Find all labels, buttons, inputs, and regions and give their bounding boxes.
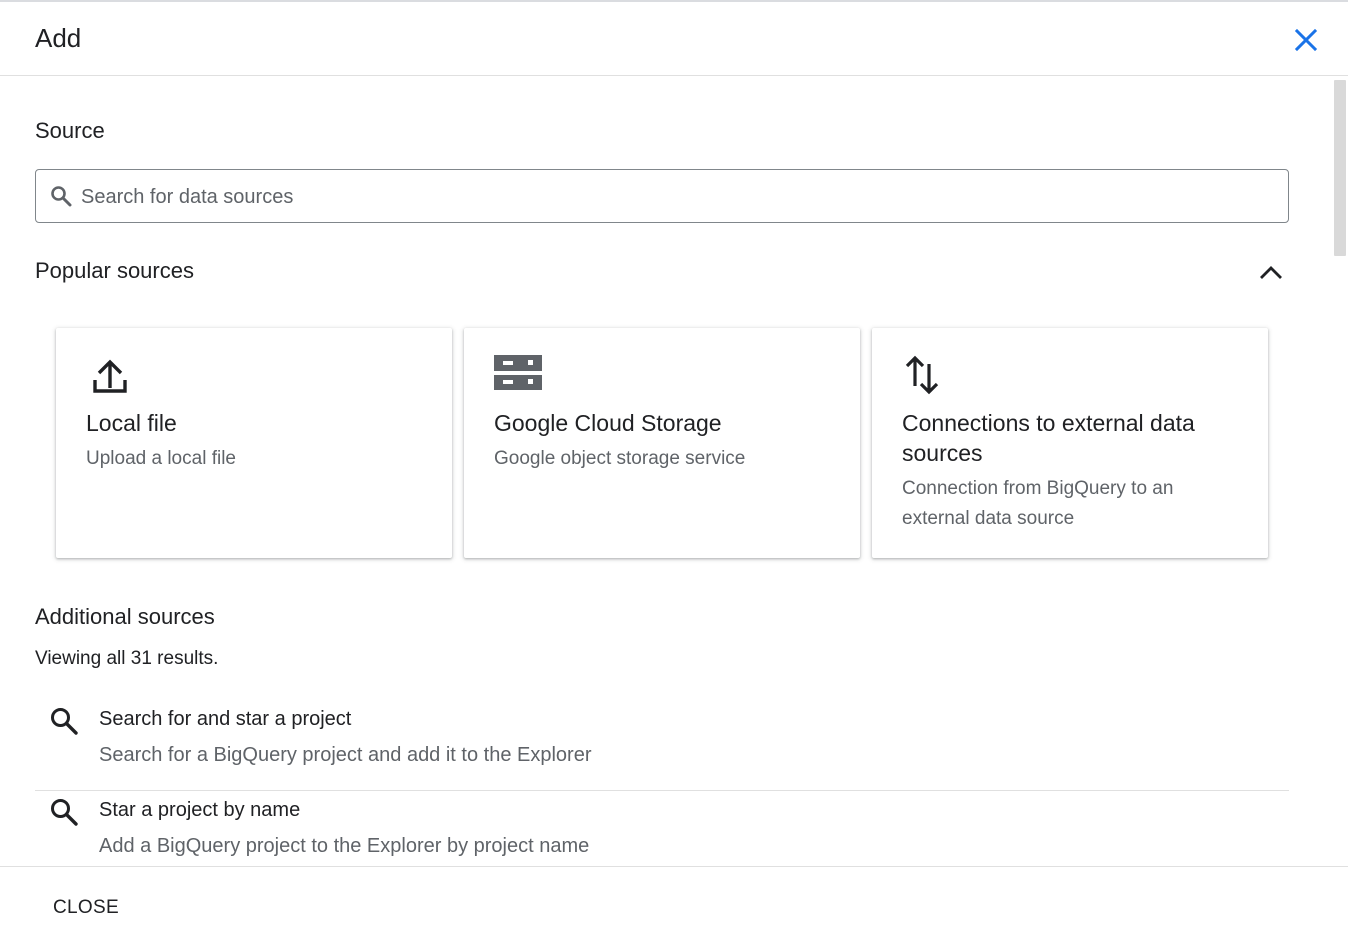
search-input[interactable] (79, 178, 1273, 216)
source-search-box[interactable] (35, 169, 1289, 223)
search-icon (50, 185, 72, 207)
scrollbar[interactable] (1330, 76, 1348, 866)
close-button[interactable]: CLOSE (40, 889, 132, 927)
list-item-description: Search for a BigQuery project and add it… (99, 744, 592, 766)
search-icon (49, 706, 79, 736)
swap-vertical-icon (902, 354, 952, 396)
source-card-cloud-storage[interactable]: Google Cloud Storage Google object stora… (464, 328, 860, 558)
list-item-title: Search for and star a project (99, 708, 352, 730)
card-title: Local file (86, 410, 177, 436)
list-item-description: Add a BigQuery project to the Explorer b… (99, 835, 590, 857)
additional-sources-heading: Additional sources (35, 604, 215, 629)
dialog-header: Add (0, 2, 1348, 76)
source-card-external-connections[interactable]: Connections to external data sources Con… (872, 328, 1268, 558)
chevron-up-icon[interactable] (1257, 259, 1285, 287)
list-item-search-star-project[interactable]: Search for and star a project Search for… (35, 700, 1289, 791)
search-icon (49, 797, 79, 827)
add-dialog: Add Source Popular sources (0, 0, 1348, 948)
close-icon[interactable] (1290, 24, 1322, 56)
source-card-local-file[interactable]: Local file Upload a local file (56, 328, 452, 558)
scrollbar-thumb[interactable] (1334, 80, 1346, 256)
card-title: Connections to external data sources (902, 410, 1195, 466)
dialog-content: Source Popular sources (0, 76, 1330, 866)
results-count: Viewing all 31 results. (35, 648, 219, 669)
dialog-title: Add (35, 23, 82, 53)
list-item-star-project-by-name[interactable]: Star a project by name Add a BigQuery pr… (35, 791, 1289, 866)
card-title: Google Cloud Storage (494, 410, 722, 436)
card-description: Upload a local file (86, 448, 236, 469)
storage-icon (494, 354, 544, 396)
card-description: Google object storage service (494, 448, 746, 469)
source-heading: Source (35, 118, 105, 143)
upload-icon (86, 354, 136, 396)
list-item-title: Star a project by name (99, 799, 301, 821)
dialog-footer: CLOSE (0, 866, 1348, 948)
popular-sources-heading: Popular sources (35, 258, 194, 283)
card-description: Connection from BigQuery to an external … (902, 478, 1174, 529)
